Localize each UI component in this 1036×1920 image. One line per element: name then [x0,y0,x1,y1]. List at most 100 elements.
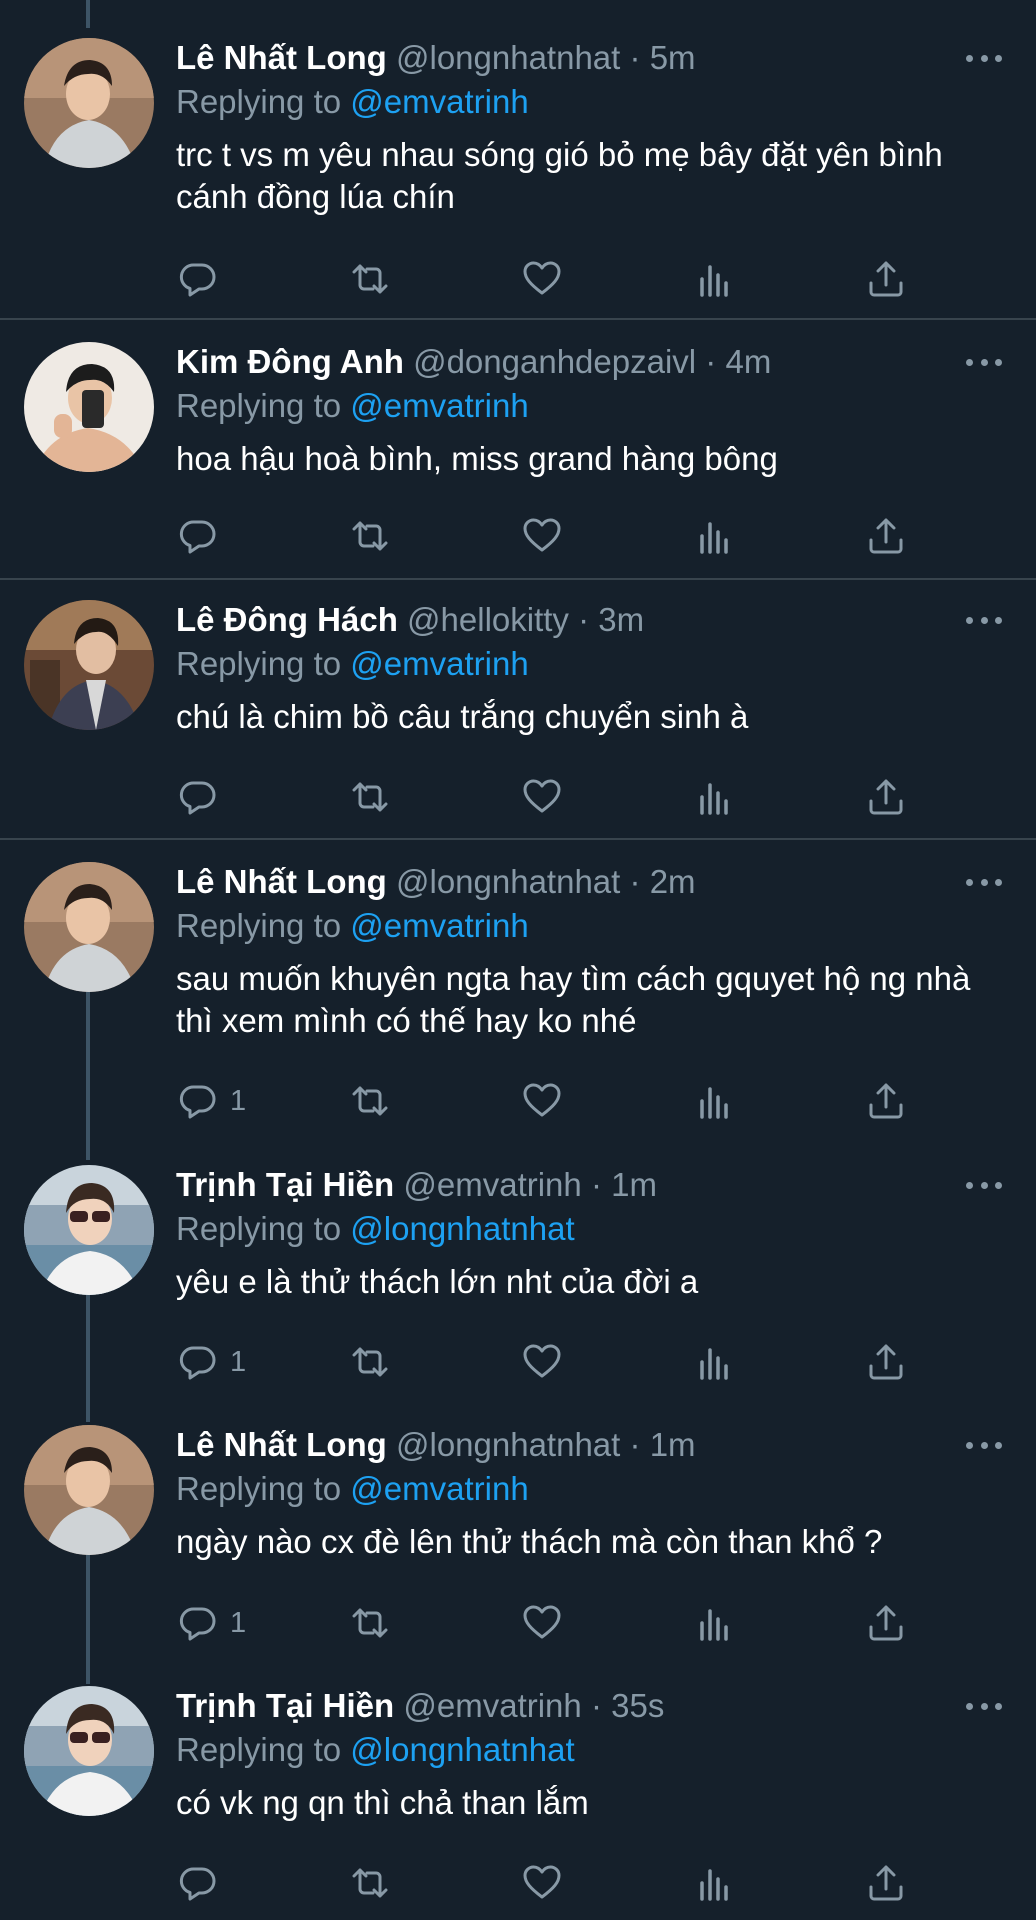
tweet[interactable]: Trịnh Tại Hiền @emvatrinh · 35s Replying… [0,1686,1036,1916]
share-button[interactable] [866,1598,906,1648]
reply-button[interactable]: 1 [178,1337,246,1387]
reply-icon [179,1867,216,1901]
timestamp[interactable]: 3m [598,601,644,638]
replying-to-handle[interactable]: @emvatrinh [350,645,528,682]
display-name[interactable]: Lê Nhất Long [176,1426,387,1463]
user-handle[interactable]: @emvatrinh [403,1687,581,1724]
reply-button[interactable]: 1 [178,1076,246,1126]
user-handle[interactable]: @emvatrinh [403,1166,581,1203]
heart-icon [523,518,561,552]
reply-button[interactable]: 1 [178,1598,246,1648]
timestamp[interactable]: 4m [725,343,771,380]
user-handle[interactable]: @longnhatnhat [396,39,620,76]
analytics-button[interactable] [694,1076,734,1126]
share-icon [869,779,903,815]
more-icon[interactable] [966,610,1002,630]
tweet[interactable]: Lê Đông Hách @hellokitty · 3m Replying t… [0,600,1036,830]
timestamp[interactable]: 35s [611,1687,664,1724]
retweet-button[interactable] [350,1858,390,1908]
avatar[interactable] [24,1686,154,1816]
retweet-button[interactable] [350,511,390,561]
display-name[interactable]: Kim Đông Anh [176,343,404,380]
reply-count: 1 [230,1606,247,1639]
analytics-button[interactable] [694,511,734,561]
retweet-button[interactable] [350,772,390,822]
retweet-button[interactable] [350,254,390,304]
tweet[interactable]: Kim Đông Anh @donganhdepzaivl · 4m Reply… [0,342,1036,572]
avatar[interactable] [24,862,154,992]
analytics-button[interactable] [694,1598,734,1648]
display-name[interactable]: Lê Nhất Long [176,39,387,76]
reply-button[interactable] [178,511,230,561]
analytics-button[interactable] [694,772,734,822]
like-button[interactable] [522,1076,562,1126]
share-button[interactable] [866,511,906,561]
analytics-icon [700,1087,728,1119]
replying-to-handle[interactable]: @emvatrinh [350,387,528,424]
retweet-icon [352,782,388,812]
replying-to: Replying to @emvatrinh [176,906,529,946]
reply-icon [179,781,216,815]
tweet-text: hoa hậu hoà bình, miss grand hàng bông [176,440,778,477]
avatar[interactable] [24,38,154,168]
retweet-button[interactable] [350,1337,390,1387]
user-handle[interactable]: @longnhatnhat [396,1426,620,1463]
share-button[interactable] [866,1337,906,1387]
reply-button[interactable] [178,772,230,822]
display-name[interactable]: Lê Đông Hách [176,601,398,638]
tweet[interactable]: Lê Nhất Long @longnhatnhat · 5m Replying… [0,38,1036,308]
replying-to-handle[interactable]: @longnhatnhat [350,1731,574,1768]
analytics-button[interactable] [694,254,734,304]
reply-button[interactable] [178,1858,230,1908]
share-button[interactable] [866,1076,906,1126]
more-icon[interactable] [966,352,1002,372]
display-name[interactable]: Trịnh Tại Hiền [176,1687,394,1724]
divider [0,318,1036,320]
replying-to-handle[interactable]: @emvatrinh [350,83,528,120]
replying-to-handle[interactable]: @emvatrinh [350,1470,528,1507]
avatar[interactable] [24,1425,154,1555]
user-handle[interactable]: @longnhatnhat [396,863,620,900]
like-button[interactable] [522,1858,562,1908]
timestamp[interactable]: 1m [611,1166,657,1203]
user-handle[interactable]: @hellokitty [407,601,569,638]
analytics-button[interactable] [694,1337,734,1387]
avatar[interactable] [24,1165,154,1295]
tweet[interactable]: Trịnh Tại Hiền @emvatrinh · 1m Replying … [0,1165,1036,1395]
avatar[interactable] [24,600,154,730]
like-button[interactable] [522,772,562,822]
replying-to: Replying to @emvatrinh [176,386,529,426]
tweet[interactable]: Lê Nhất Long @longnhatnhat · 2m Replying… [0,862,1036,1132]
user-handle[interactable]: @donganhdepzaivl [413,343,696,380]
more-icon[interactable] [966,872,1002,892]
meta-separator: · [629,863,641,900]
display-name[interactable]: Trịnh Tại Hiền [176,1166,394,1203]
replying-to-handle[interactable]: @longnhatnhat [350,1210,574,1247]
tweet-header: Lê Nhất Long @longnhatnhat · 2m [176,862,956,902]
timestamp[interactable]: 2m [650,863,696,900]
heart-icon [523,779,561,813]
like-button[interactable] [522,1598,562,1648]
more-icon[interactable] [966,1435,1002,1455]
replying-to-handle[interactable]: @emvatrinh [350,907,528,944]
reply-count: 1 [230,1084,247,1117]
more-icon[interactable] [966,48,1002,68]
more-icon[interactable] [966,1175,1002,1195]
like-button[interactable] [522,511,562,561]
reply-button[interactable] [178,254,230,304]
tweet[interactable]: Lê Nhất Long @longnhatnhat · 1m Replying… [0,1425,1036,1655]
retweet-button[interactable] [350,1598,390,1648]
avatar[interactable] [24,342,154,472]
display-name[interactable]: Lê Nhất Long [176,863,387,900]
like-button[interactable] [522,254,562,304]
share-button[interactable] [866,254,906,304]
share-button[interactable] [866,1858,906,1908]
share-button[interactable] [866,772,906,822]
timestamp[interactable]: 1m [650,1426,696,1463]
more-icon[interactable] [966,1696,1002,1716]
analytics-button[interactable] [694,1858,734,1908]
divider [0,838,1036,840]
retweet-button[interactable] [350,1076,390,1126]
timestamp[interactable]: 5m [650,39,696,76]
like-button[interactable] [522,1337,562,1387]
